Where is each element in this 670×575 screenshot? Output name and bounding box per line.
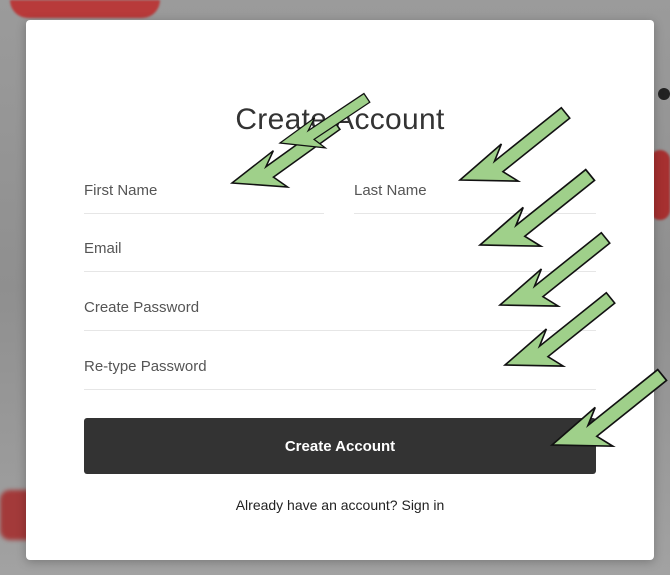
create-password-input[interactable] [84, 299, 596, 316]
retype-password-input[interactable] [84, 358, 596, 375]
background-decoration [10, 0, 160, 18]
last-name-field[interactable] [354, 166, 596, 214]
create-password-field[interactable] [84, 283, 596, 331]
retype-password-field[interactable] [84, 342, 596, 390]
create-account-button[interactable]: Create Account [84, 418, 596, 474]
first-name-input[interactable] [84, 182, 324, 199]
email-input[interactable] [84, 240, 596, 257]
create-account-modal: Create Account Create Account Already ha… [26, 20, 654, 560]
modal-title: Create Account [235, 103, 445, 136]
signin-prompt-line: Already have an account? Sign in [26, 497, 654, 513]
signin-prompt-text: Already have an account? [235, 497, 398, 513]
first-name-field[interactable] [84, 166, 324, 214]
last-name-input[interactable] [354, 182, 596, 199]
background-decoration [658, 88, 670, 100]
email-field[interactable] [84, 224, 596, 272]
signin-link[interactable]: Sign in [401, 497, 444, 513]
